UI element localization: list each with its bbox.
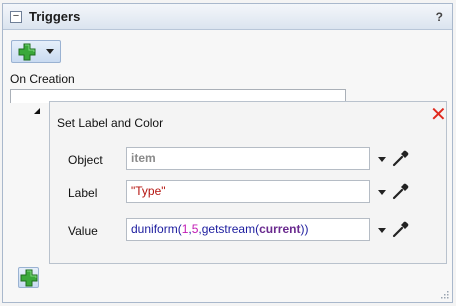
green-plus-icon [18, 43, 36, 61]
triggers-panel: − Triggers ? On Creation Set Label and C… [2, 3, 453, 303]
panel-title: Triggers [29, 9, 81, 24]
expand-triangle-icon[interactable] [34, 108, 40, 114]
label-field[interactable]: "Type" [126, 180, 370, 203]
label-label: Label [68, 186, 98, 200]
object-field[interactable]: item [126, 147, 370, 170]
green-plus-icon [20, 269, 38, 287]
resize-grip-icon[interactable] [439, 289, 449, 299]
collapse-toggle[interactable]: − [10, 11, 22, 23]
close-icon[interactable]: ✕ [430, 105, 447, 125]
section-label: On Creation [10, 72, 75, 86]
value-label: Value [68, 224, 98, 238]
trigger-title: Set Label and Color [57, 116, 164, 130]
chevron-down-icon [46, 49, 54, 54]
eyedropper-icon[interactable] [391, 148, 411, 168]
value-dropdown-icon[interactable] [378, 228, 386, 233]
object-dropdown-icon[interactable] [378, 157, 386, 162]
add-trigger-dropdown-button[interactable] [11, 40, 61, 63]
panel-header: − Triggers ? [3, 4, 452, 30]
value-field[interactable]: duniform(1,5,getstream(current)) [126, 218, 370, 241]
object-label: Object [68, 153, 103, 167]
add-trigger-button[interactable] [18, 267, 39, 288]
eyedropper-icon[interactable] [391, 219, 411, 239]
trigger-card: Set Label and Color ✕ Object item Label … [49, 101, 447, 264]
eyedropper-icon[interactable] [391, 181, 411, 201]
label-dropdown-icon[interactable] [378, 190, 386, 195]
help-button[interactable]: ? [436, 10, 443, 24]
